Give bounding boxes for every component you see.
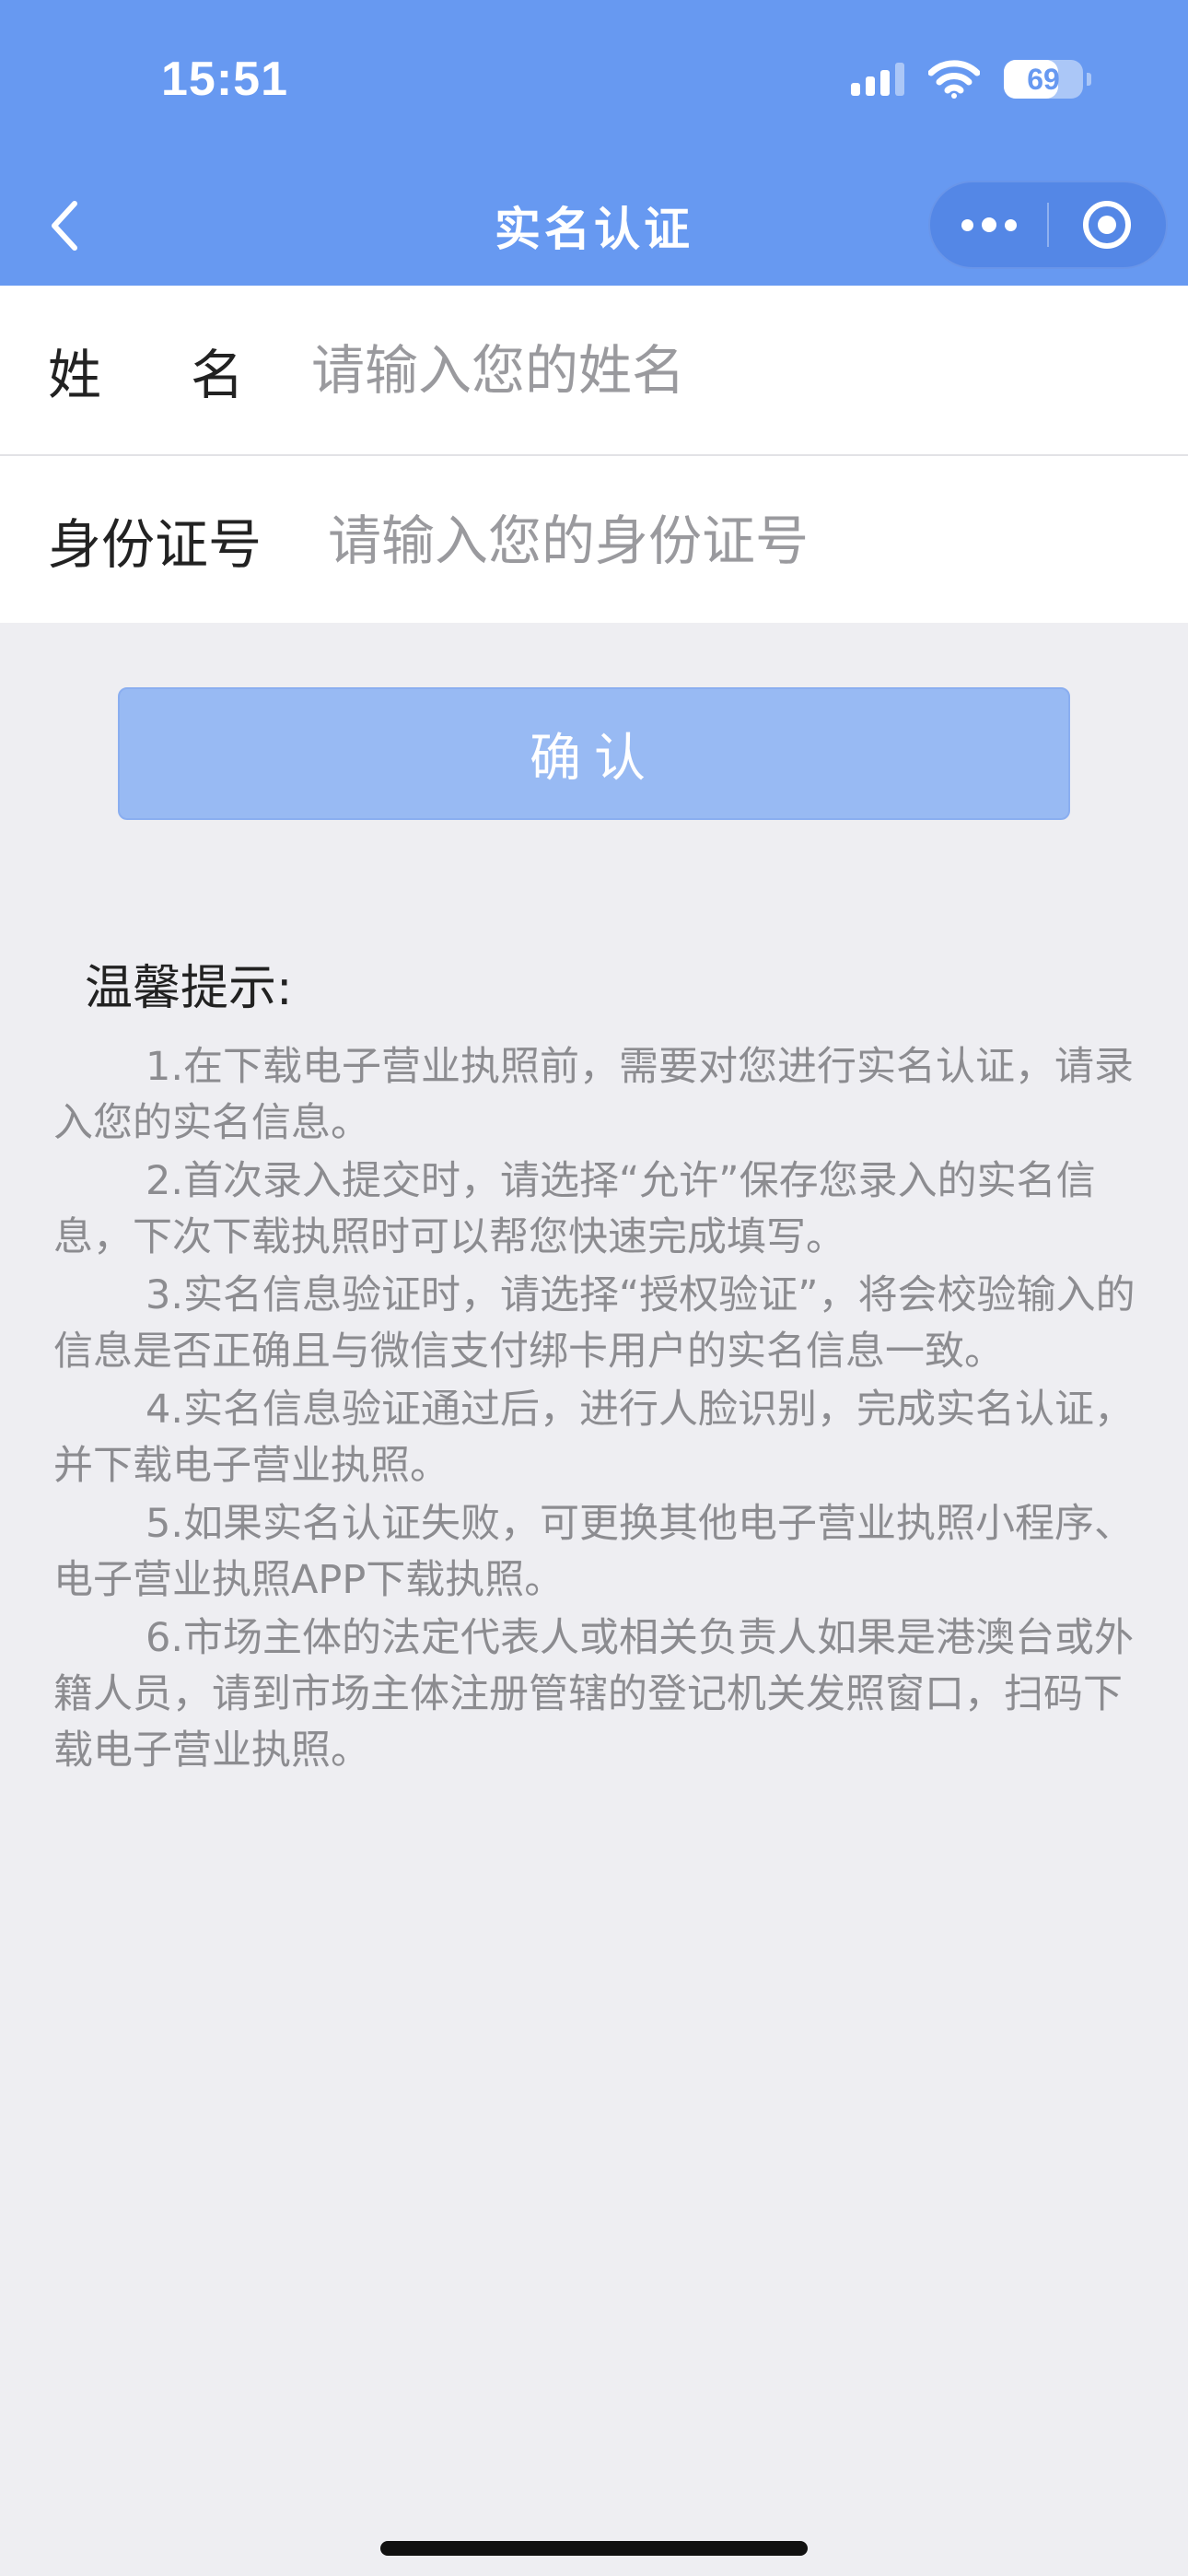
tip-item: 3.实名信息验证时，请选择“授权验证”，将会校验输入的信息是否正确且与微信支付绑… [53, 1272, 1136, 1375]
name-row: 姓名 [0, 286, 1188, 454]
tip-item: 5.如果实名认证失败，可更换其他电子营业执照小程序、电子营业执照APP下载执照。 [53, 1501, 1135, 1603]
tips-title: 温馨提示: [85, 961, 293, 1016]
realname-form: 姓名 身份证号 [0, 286, 1188, 623]
mini-program-capsule [928, 181, 1168, 269]
header-bar: 15:51 69 实名认证 [0, 0, 1188, 286]
tip-item: 1.在下载电子营业执照前，需要对您进行实名认证，请录入您的实名信息。 [53, 1044, 1135, 1146]
wifi-icon [928, 60, 980, 99]
more-button[interactable] [930, 181, 1047, 269]
close-button[interactable] [1049, 181, 1166, 269]
status-time: 15:51 [161, 53, 288, 106]
signal-icon [851, 63, 904, 96]
home-indicator [380, 2541, 808, 2556]
id-number-input[interactable] [328, 493, 1138, 589]
confirm-button[interactable]: 确认 [118, 687, 1070, 820]
status-icons: 69 [851, 53, 1091, 105]
tips-list: 1.在下载电子营业执照前，需要对您进行实名认证，请录入您的实名信息。 2.首次录… [53, 1039, 1138, 1781]
name-label: 姓名 [48, 343, 334, 406]
id-row: 身份证号 [0, 454, 1188, 623]
more-dots-icon [961, 218, 973, 231]
tip-item: 2.首次录入提交时，请选择“允许”保存您录入的实名信息，下次下载执照时可以帮您快… [53, 1158, 1096, 1260]
tip-item: 6.市场主体的法定代表人或相关负责人如果是港澳台或外籍人员，请到市场主体注册管辖… [53, 1615, 1135, 1774]
tip-item: 4.实名信息验证通过后，进行人脸识别，完成实名认证，并下载电子营业执照。 [53, 1387, 1135, 1489]
target-close-icon [1083, 201, 1132, 249]
name-input[interactable] [311, 322, 1140, 418]
id-label: 身份证号 [48, 512, 262, 576]
battery-icon: 69 [1004, 60, 1091, 99]
battery-percent: 69 [1027, 62, 1060, 96]
